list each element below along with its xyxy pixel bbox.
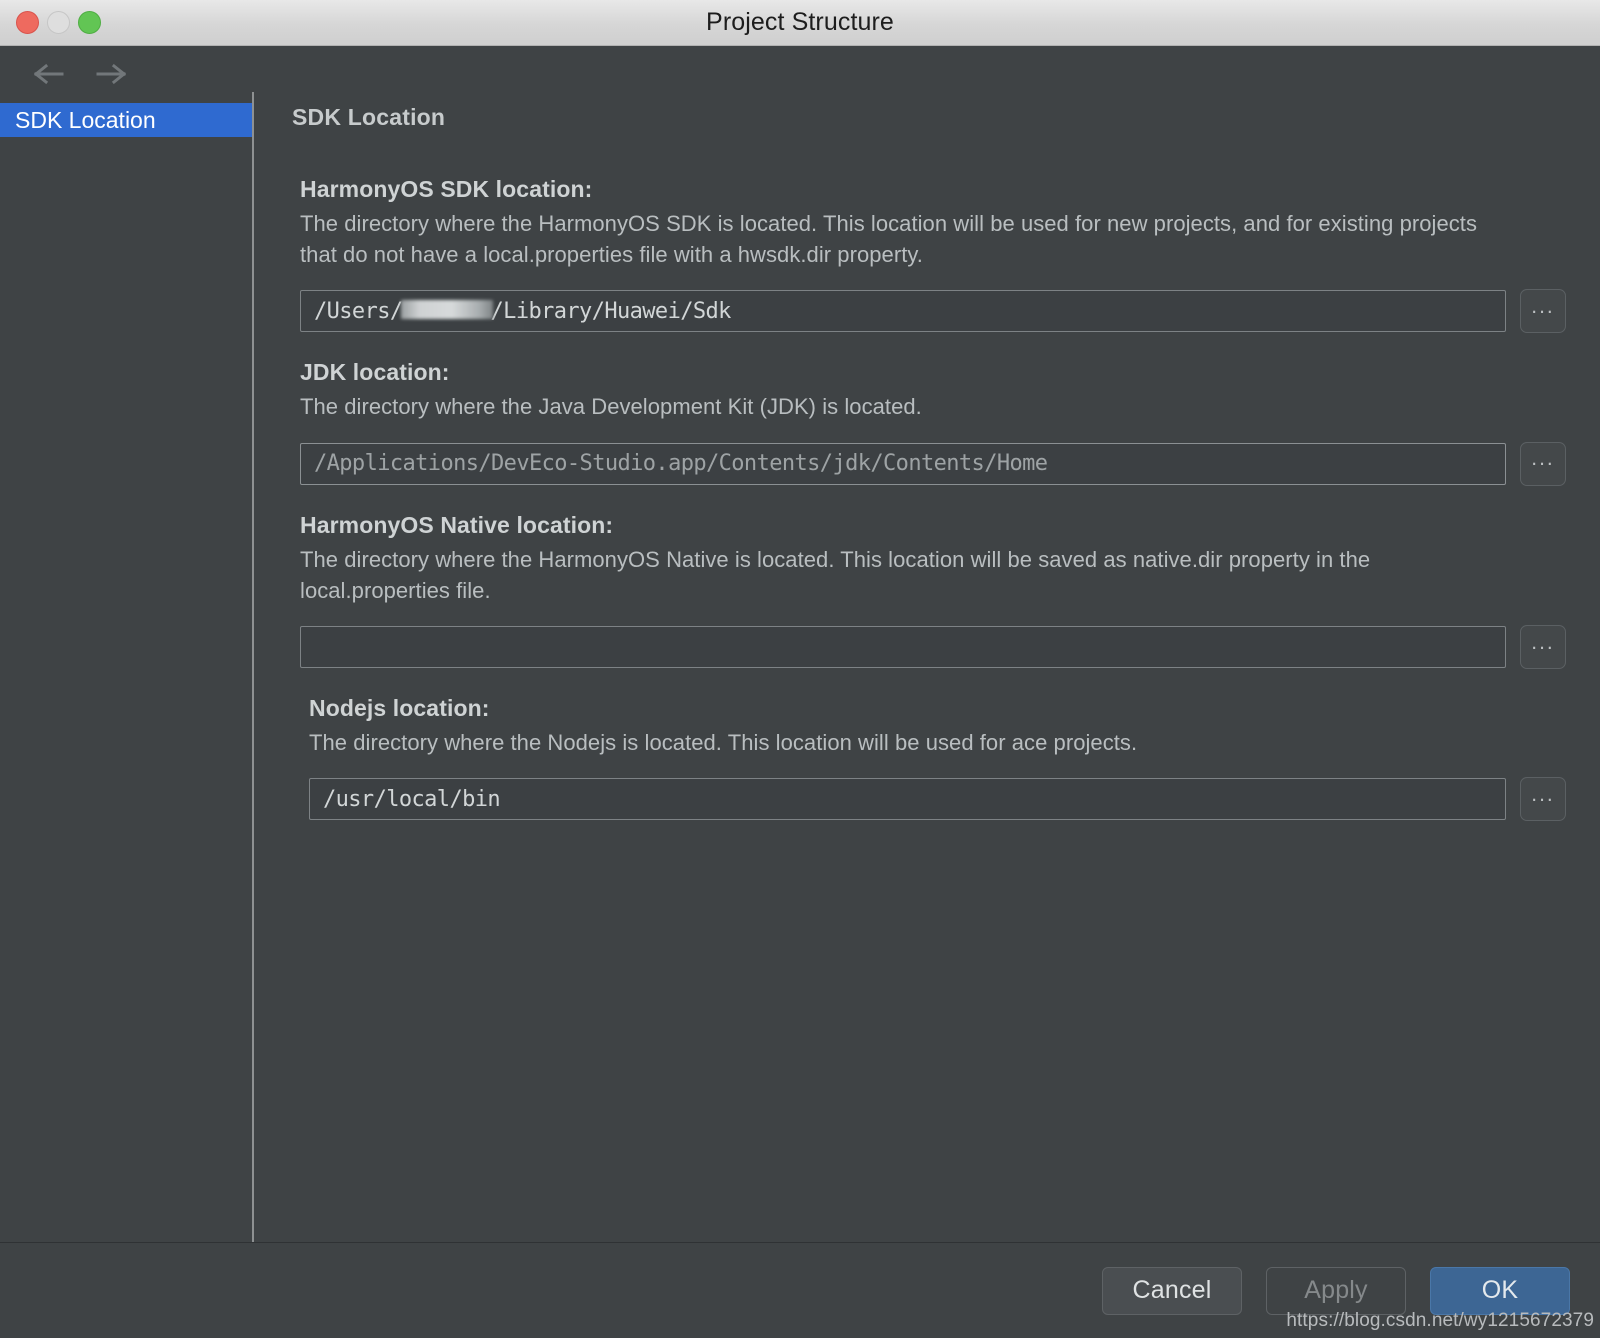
jdk-location-input[interactable]: /Applications/DevEco-Studio.app/Contents… — [300, 442, 1506, 485]
field-description: The directory where the HarmonyOS SDK is… — [300, 211, 1478, 268]
watermark-text: https://blog.csdn.net/wy1215672379 — [1286, 1310, 1594, 1331]
field-description: The directory where the HarmonyOS Native… — [300, 546, 1371, 603]
path-prefix: /Users/ — [314, 298, 403, 324]
browse-harmonyos-native-button[interactable]: ... — [1520, 625, 1566, 670]
dialog-footer: Cancel Apply OK https://blog.csdn.net/wy… — [0, 1242, 1600, 1338]
sidebar-navigation — [0, 46, 252, 101]
back-arrow-icon[interactable] — [34, 63, 64, 85]
field-label: JDK location: — [300, 359, 450, 386]
field-label: Nodejs location: — [309, 695, 490, 722]
ok-button[interactable]: OK — [1430, 1266, 1570, 1315]
dialog-body: SDK Location SDK Location HarmonyOS SDK … — [0, 46, 1600, 1242]
field-label: HarmonyOS SDK location: — [300, 176, 593, 202]
redacted-username — [400, 300, 493, 320]
sidebar: SDK Location — [0, 46, 252, 1242]
harmonyos-sdk-location-input[interactable]: /Users/ /Library/Huawei/Sdk — [300, 290, 1506, 333]
minimize-window-icon[interactable] — [47, 11, 70, 34]
field-row: /Applications/DevEco-Studio.app/Contents… — [300, 441, 1566, 486]
apply-button[interactable]: Apply — [1266, 1266, 1406, 1315]
project-structure-window: Project Structure SDK Location SDK Locat… — [0, 0, 1600, 1338]
settings-sections: HarmonyOS SDK location: The directory wh… — [300, 176, 1566, 847]
browse-harmonyos-sdk-button[interactable]: ... — [1520, 289, 1566, 334]
section-nodejs-location: Nodejs location: The directory where the… — [300, 695, 1566, 822]
browse-nodejs-button[interactable]: ... — [1520, 777, 1566, 822]
sidebar-item-list: SDK Location — [0, 103, 252, 137]
section-jdk-location: JDK location: The directory where the Ja… — [300, 359, 1566, 486]
nodejs-location-input[interactable]: /usr/local/bin — [309, 778, 1506, 821]
field-label: HarmonyOS Native location: — [300, 511, 614, 538]
field-description: The directory where the Java Development… — [300, 394, 922, 420]
traffic-light-group — [16, 0, 101, 45]
cancel-button[interactable]: Cancel — [1102, 1266, 1242, 1315]
sidebar-item-sdk-location[interactable]: SDK Location — [0, 103, 252, 137]
section-harmonyos-sdk-location: HarmonyOS SDK location: The directory wh… — [300, 176, 1566, 334]
sidebar-item-label: SDK Location — [15, 106, 156, 133]
content-panel: SDK Location HarmonyOS SDK location: The… — [252, 46, 1600, 1242]
field-description: The directory where the Nodejs is locate… — [309, 730, 1138, 756]
field-row: /Users/ /Library/Huawei/Sdk ... — [300, 289, 1566, 334]
forward-arrow-icon[interactable] — [96, 63, 126, 85]
harmonyos-native-location-input[interactable] — [300, 626, 1506, 669]
browse-jdk-button[interactable]: ... — [1520, 441, 1566, 486]
close-window-icon[interactable] — [16, 11, 39, 34]
page-title: SDK Location — [292, 104, 446, 130]
path-suffix: /Library/Huawei/Sdk — [490, 298, 732, 324]
section-harmonyos-native-location: HarmonyOS Native location: The directory… — [300, 511, 1566, 670]
window-title: Project Structure — [706, 8, 894, 36]
title-bar: Project Structure — [0, 0, 1600, 46]
field-row: /usr/local/bin ... — [309, 777, 1566, 822]
field-row: ... — [300, 625, 1566, 670]
zoom-window-icon[interactable] — [78, 11, 101, 34]
